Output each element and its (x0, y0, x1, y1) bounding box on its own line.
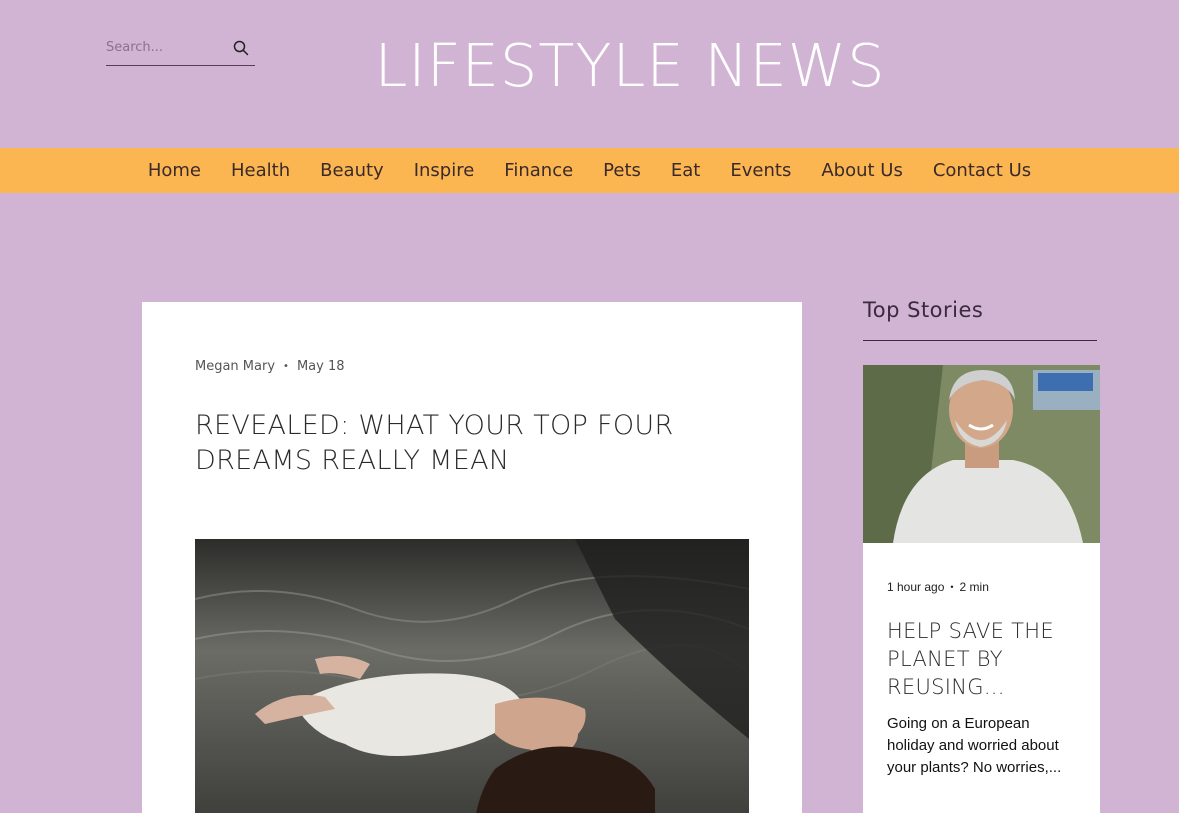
top-story-read-time: 2 min (959, 580, 989, 594)
top-story-image[interactable] (863, 365, 1100, 543)
search-icon[interactable] (233, 40, 249, 56)
article-card[interactable]: Megan Mary • May 18 REVEALED: WHAT YOUR … (142, 302, 802, 813)
nav-item-inspire[interactable]: Inspire (414, 160, 475, 181)
meta-separator: • (283, 361, 289, 372)
top-story-excerpt[interactable]: Going on a European holiday and worried … (887, 713, 1077, 779)
article-date: May 18 (296, 359, 345, 374)
nav-item-contact-us[interactable]: Contact Us (933, 160, 1031, 181)
nav-item-eat[interactable]: Eat (671, 160, 700, 181)
nav-item-home[interactable]: Home (148, 160, 201, 181)
search-bar[interactable] (106, 30, 255, 66)
top-story-card[interactable]: 1 hour ago • 2 min HELP SAVE THE PLANET … (863, 365, 1100, 813)
search-input[interactable] (106, 40, 216, 55)
nav-item-events[interactable]: Events (730, 160, 791, 181)
article-hero-image[interactable] (195, 539, 749, 813)
top-story-title[interactable]: HELP SAVE THE PLANET BY REUSING... (887, 617, 1087, 701)
meta-separator: • (950, 582, 954, 592)
top-story-meta: 1 hour ago • 2 min (887, 580, 989, 594)
article-author[interactable]: Megan Mary (195, 359, 275, 374)
article-title[interactable]: REVEALED: WHAT YOUR TOP FOUR DREAMS REAL… (195, 408, 715, 478)
nav-item-pets[interactable]: Pets (603, 160, 641, 181)
article-meta: Megan Mary • May 18 (195, 359, 345, 374)
nav-item-health[interactable]: Health (231, 160, 290, 181)
nav-item-about-us[interactable]: About Us (821, 160, 903, 181)
top-story-time: 1 hour ago (887, 580, 945, 594)
nav-item-beauty[interactable]: Beauty (320, 160, 384, 181)
main-nav: Home Health Beauty Inspire Finance Pets … (0, 148, 1179, 193)
top-stories-heading: Top Stories (863, 298, 1097, 341)
site-title[interactable]: LIFESTYLE NEWS (360, 30, 900, 102)
nav-item-finance[interactable]: Finance (504, 160, 573, 181)
